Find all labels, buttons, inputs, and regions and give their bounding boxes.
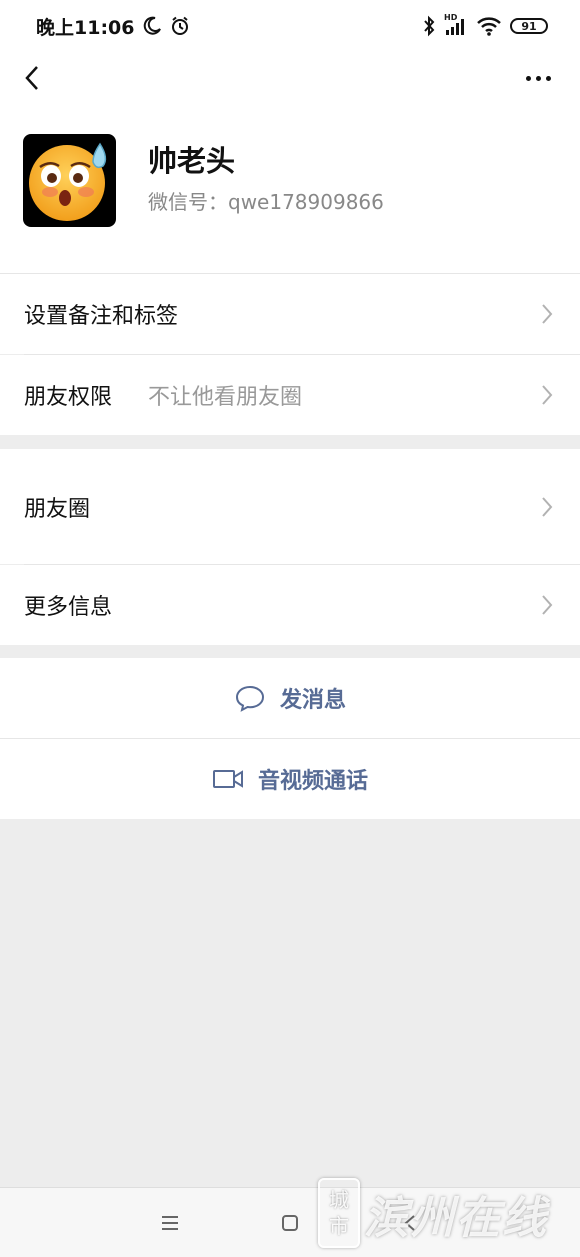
battery-indicator: 91	[510, 18, 548, 34]
video-call-button[interactable]: 音视频通话	[0, 739, 580, 819]
watermark: 城 市 滨州在线	[314, 1172, 564, 1250]
moon-icon	[144, 16, 162, 35]
status-bar: 晚上11:06 HD 91	[0, 0, 580, 52]
watermark-badge: 城 市	[318, 1178, 360, 1248]
more-horizontal-icon	[525, 75, 531, 81]
watermark-text: 滨州在线	[364, 1193, 548, 1244]
video-camera-icon	[212, 770, 243, 788]
send-message-button[interactable]: 发消息	[0, 658, 580, 738]
status-left: 晚上11:06	[36, 13, 190, 40]
signal-icon: HD	[444, 13, 468, 37]
status-time: 晚上11:06	[36, 16, 135, 39]
row-more-info[interactable]: 更多信息	[0, 565, 580, 645]
square-icon	[282, 1215, 298, 1231]
back-button[interactable]	[14, 60, 50, 96]
chevron-right-icon	[542, 595, 553, 615]
sweat-emoji-avatar	[29, 142, 107, 221]
menu-button[interactable]	[157, 1210, 183, 1236]
row-value: 不让他看朋友圈	[148, 385, 303, 410]
home-button[interactable]	[277, 1210, 303, 1236]
menu-icon	[162, 1216, 178, 1230]
profile-name: 帅老头	[148, 144, 236, 178]
avatar[interactable]	[23, 134, 116, 227]
wifi-icon	[477, 17, 501, 36]
alarm-icon	[172, 16, 189, 35]
row-remark-tags[interactable]: 设置备注和标签	[0, 274, 580, 354]
chevron-right-icon	[542, 304, 553, 324]
bluetooth-icon	[424, 15, 435, 37]
row-label: 设置备注和标签	[24, 304, 179, 329]
watermark-badge-bottom: 市	[329, 1214, 349, 1238]
video-call-label: 音视频通话	[257, 769, 368, 794]
watermark-badge-top: 城	[329, 1188, 349, 1212]
chevron-right-icon	[542, 496, 553, 517]
nav-bar	[0, 52, 580, 104]
chat-bubble-icon	[235, 685, 264, 712]
chevron-right-icon	[542, 385, 553, 405]
more-button[interactable]	[518, 60, 558, 96]
row-moments[interactable]: 朋友圈	[0, 449, 580, 564]
row-label: 朋友权限	[24, 385, 113, 410]
row-label: 朋友圈	[24, 496, 91, 522]
row-label: 更多信息	[24, 595, 113, 620]
send-message-label: 发消息	[279, 688, 346, 713]
row-friend-permissions[interactable]: 朋友权限 不让他看朋友圈	[0, 355, 580, 435]
more-dot	[535, 75, 541, 81]
status-right: HD 91	[422, 13, 548, 37]
chevron-left-icon	[25, 66, 38, 90]
profile-header: 帅老头 微信号：qwe178909866	[0, 104, 580, 274]
wechat-id: 微信号：qwe178909866	[148, 190, 384, 214]
more-dot	[545, 75, 551, 81]
